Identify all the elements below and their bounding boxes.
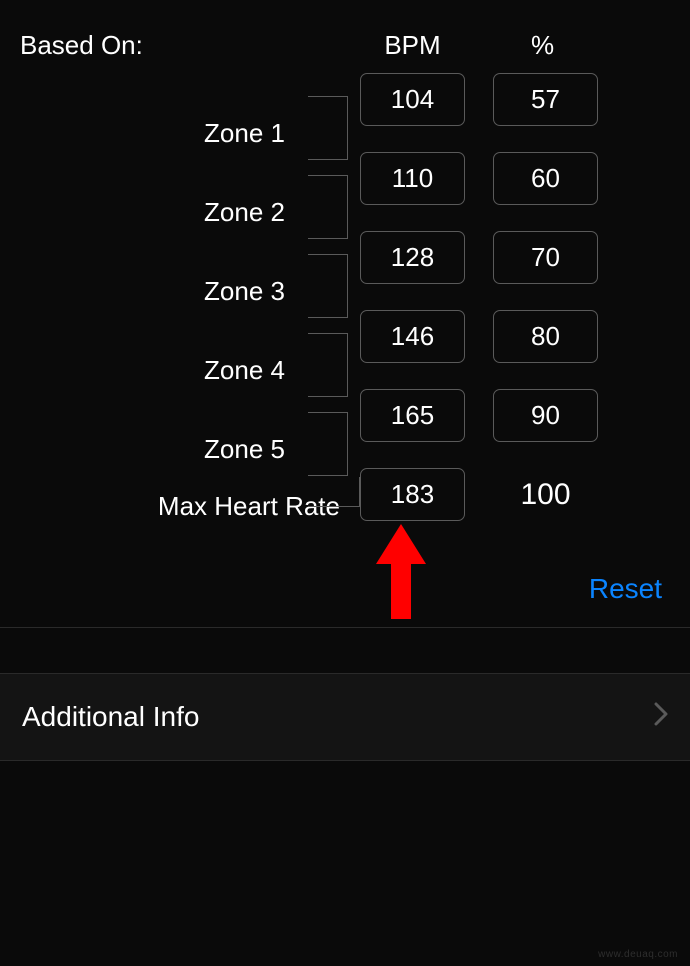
zone-2-pct-input[interactable]: 60 — [493, 152, 598, 205]
max-heart-rate-pct-value: 100 — [493, 478, 598, 512]
max-heart-rate-bpm-input[interactable]: 183 — [360, 468, 465, 521]
zones-grid: Zone 1 Zone 2 Zone 3 Zone 4 Zone 5 Max H… — [20, 73, 670, 533]
additional-info-row[interactable]: Additional Info — [0, 673, 690, 761]
watermark-text: www.deuaq.com — [598, 949, 678, 960]
zone-1-label: Zone 1 — [20, 118, 285, 149]
zone-bracket — [308, 477, 360, 507]
zone-3-pct-input[interactable]: 70 — [493, 231, 598, 284]
based-on-label: Based On: — [20, 30, 360, 61]
zone-bracket — [308, 333, 348, 397]
chevron-right-icon — [654, 700, 668, 734]
section-gap — [0, 627, 690, 673]
zone-4-bpm-input[interactable]: 146 — [360, 310, 465, 363]
zone-3-bpm-input[interactable]: 128 — [360, 231, 465, 284]
reset-button[interactable]: Reset — [589, 573, 662, 605]
max-heart-rate-label: Max Heart Rate — [20, 491, 340, 522]
zone-5-label: Zone 5 — [20, 434, 285, 465]
zone-2-label: Zone 2 — [20, 197, 285, 228]
zone-4-pct-input[interactable]: 80 — [493, 310, 598, 363]
zone-3-label: Zone 3 — [20, 276, 285, 307]
zone-bracket — [308, 254, 348, 318]
zone-bracket — [308, 412, 348, 476]
column-header-bpm: BPM — [360, 30, 465, 61]
zone-1-low-pct-input[interactable]: 57 — [493, 73, 598, 126]
zone-5-pct-input[interactable]: 90 — [493, 389, 598, 442]
zone-bracket — [308, 175, 348, 239]
zone-bracket — [308, 96, 348, 160]
zone-4-label: Zone 4 — [20, 355, 285, 386]
zone-2-bpm-input[interactable]: 110 — [360, 152, 465, 205]
zone-5-bpm-input[interactable]: 165 — [360, 389, 465, 442]
additional-info-label: Additional Info — [22, 701, 199, 733]
column-header-percent: % — [490, 30, 595, 61]
zone-1-low-bpm-input[interactable]: 104 — [360, 73, 465, 126]
